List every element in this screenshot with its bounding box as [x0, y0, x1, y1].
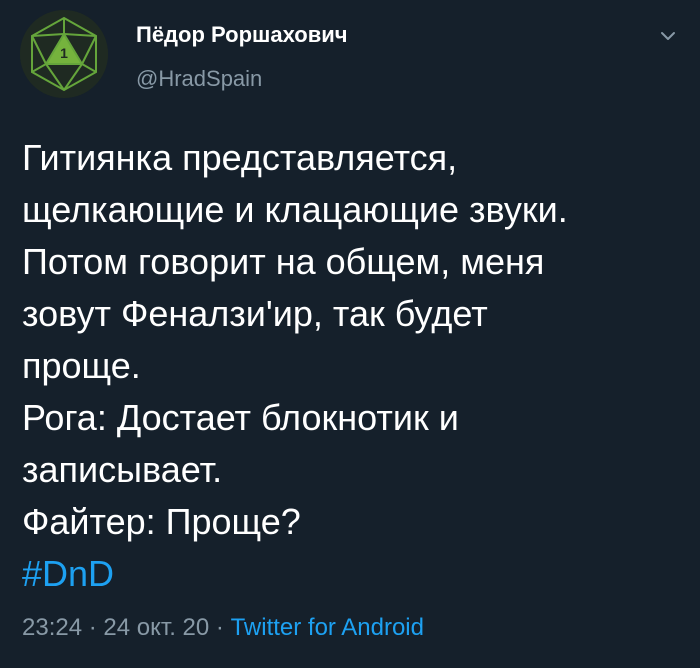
tweet-date[interactable]: 24 окт. 20: [103, 614, 209, 641]
meta-separator: ·: [209, 614, 231, 641]
tweet-time[interactable]: 23:24: [22, 614, 82, 641]
tweet-line: Гитиянка представляется,: [22, 137, 458, 178]
user-handle[interactable]: @HradSpain: [136, 66, 262, 92]
tweet-line: проще.: [22, 345, 141, 386]
tweet-line: записывает.: [22, 449, 223, 490]
more-options-button[interactable]: [658, 26, 678, 46]
meta-separator: ·: [82, 614, 104, 641]
avatar[interactable]: 1: [20, 10, 108, 98]
tweet-line: щелкающие и клацающие звуки.: [22, 189, 568, 230]
hashtag-link[interactable]: #DnD: [22, 548, 682, 600]
tweet-text: Гитиянка представляется, щелкающие и кла…: [22, 132, 682, 600]
tweet-line: зовут Феналзи'ир, так будет: [22, 293, 488, 334]
tweet-line: Рога: Достает блокнотик и: [22, 397, 459, 438]
avatar-number: 1: [60, 45, 68, 61]
tweet-line: Файтер: Проще?: [22, 501, 301, 542]
tweet-source-link[interactable]: Twitter for Android: [231, 614, 424, 641]
tweet-meta: 23:24 · 24 окт. 20 · Twitter for Android: [22, 614, 424, 642]
display-name[interactable]: Пёдор Роршахович: [136, 22, 348, 48]
chevron-down-icon: [661, 32, 675, 40]
d20-dice-icon: 1: [20, 10, 108, 98]
tweet-line: Потом говорит на общем, меня: [22, 241, 545, 282]
